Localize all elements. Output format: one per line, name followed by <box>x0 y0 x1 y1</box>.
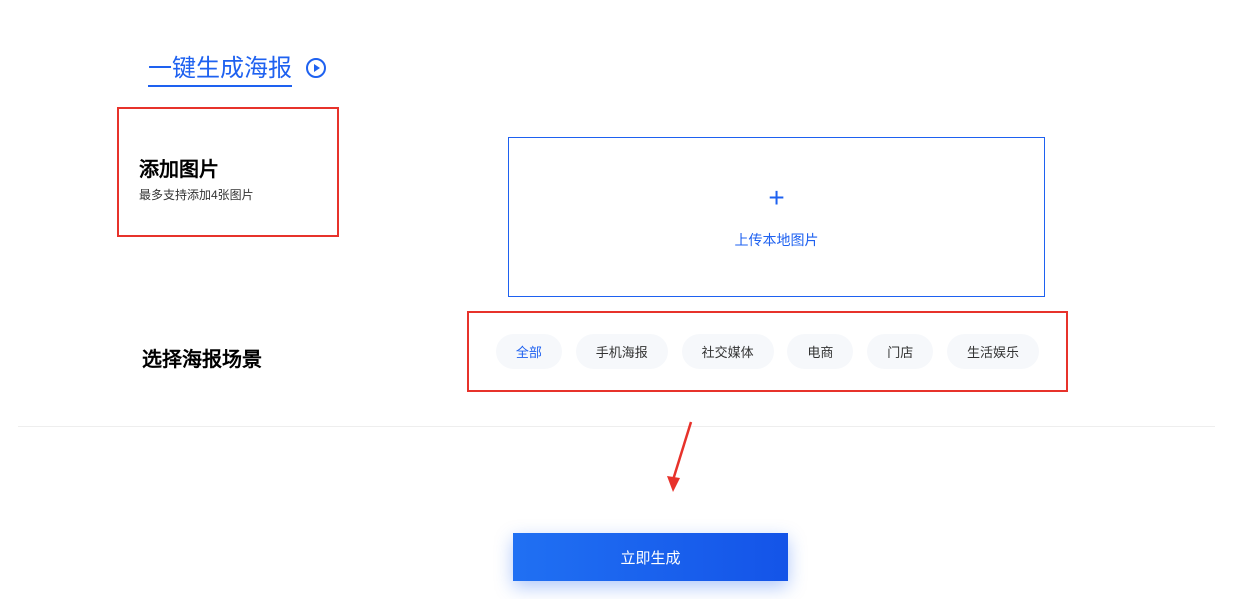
page-title-link[interactable]: 一键生成海报 <box>148 48 326 87</box>
scene-option-all[interactable]: 全部 <box>496 334 562 369</box>
upload-text: 上传本地图片 <box>735 230 819 250</box>
generate-button[interactable]: 立即生成 <box>513 533 788 581</box>
plus-icon: + <box>768 184 784 212</box>
scene-option-entertainment[interactable]: 生活娱乐 <box>947 334 1039 369</box>
generate-button-label: 立即生成 <box>620 547 680 568</box>
add-image-title: 添加图片 <box>139 153 317 182</box>
page-title-text: 一键生成海报 <box>148 48 292 87</box>
add-image-section: 添加图片 最多支持添加4张图片 <box>117 107 339 237</box>
scene-option-mobile[interactable]: 手机海报 <box>576 334 668 369</box>
divider <box>18 426 1215 427</box>
add-image-subtitle: 最多支持添加4张图片 <box>139 186 317 203</box>
scene-option-store[interactable]: 门店 <box>867 334 933 369</box>
play-icon <box>306 58 326 78</box>
scene-section-label: 选择海报场景 <box>142 343 262 372</box>
upload-button[interactable]: + 上传本地图片 <box>508 137 1045 297</box>
scene-option-ecommerce[interactable]: 电商 <box>787 334 853 369</box>
scene-option-social[interactable]: 社交媒体 <box>682 334 774 369</box>
scene-options: 全部 手机海报 社交媒体 电商 门店 生活娱乐 <box>467 311 1068 392</box>
arrow-annotation <box>665 420 695 495</box>
